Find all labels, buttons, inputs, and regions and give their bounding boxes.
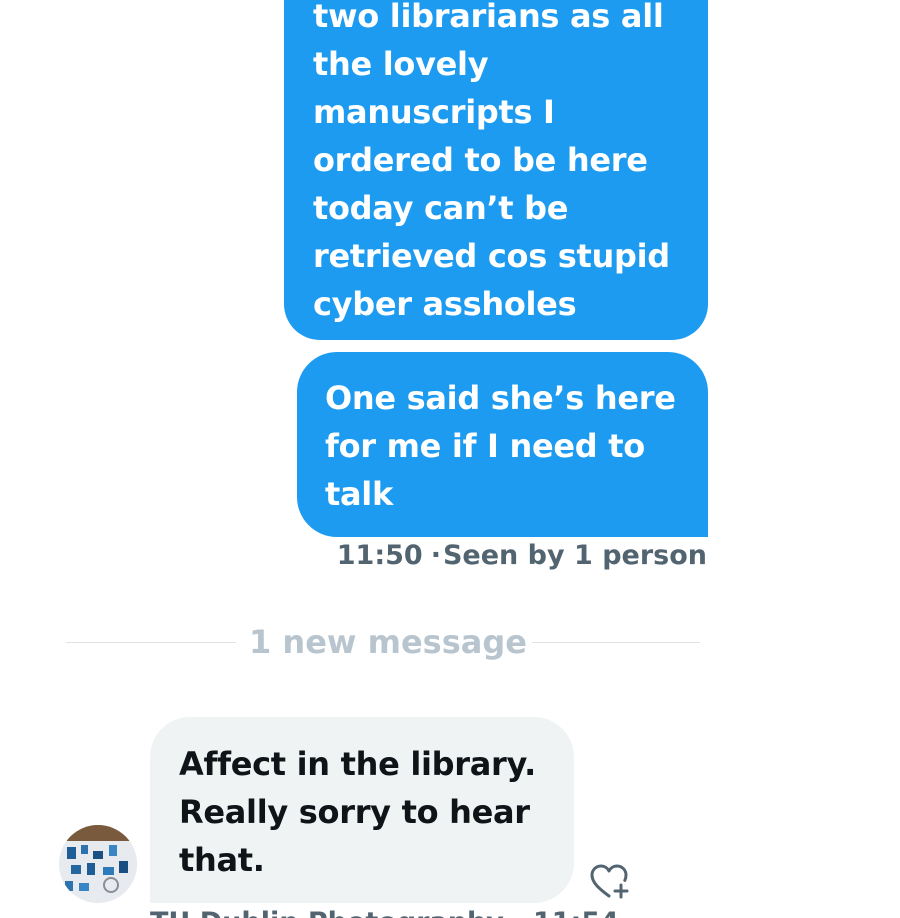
message-line: Affect in the library. (179, 745, 537, 783)
message-line: One said she’s here (325, 379, 676, 417)
message-line: the lovely (313, 45, 489, 83)
divider-rule (66, 642, 236, 643)
seen-status: Seen by 1 person (442, 540, 707, 571)
dm-conversation-screen: two librarians as all the lovely manuscr… (0, 0, 900, 918)
message-line: that. (179, 841, 265, 879)
sent-message-bubble[interactable]: One said she’s here for me if I need to … (297, 352, 708, 537)
message-line: for me if I need to (325, 427, 645, 465)
meta-separator: · (430, 540, 441, 571)
message-line: ordered to be here (313, 141, 648, 179)
sent-message-bubble[interactable]: two librarians as all the lovely manuscr… (284, 0, 708, 340)
message-line: two librarians as all (313, 0, 664, 35)
message-line: Really sorry to hear (179, 793, 530, 831)
heart-plus-icon (590, 864, 629, 899)
photo-wall-avatar-image (59, 825, 137, 903)
message-timestamp: 11:50 (336, 540, 423, 571)
add-reaction-button[interactable] (588, 860, 632, 904)
message-line: retrieved cos stupid (313, 237, 670, 275)
divider-rule (532, 642, 700, 643)
sender-avatar[interactable] (59, 825, 137, 903)
new-message-divider: 1 new message (66, 620, 700, 664)
sender-name: TU Dublin Photography (150, 907, 504, 918)
message-line: cyber assholes (313, 285, 577, 323)
received-timestamp: 11:54 (533, 907, 619, 918)
meta-separator: · (513, 907, 523, 918)
new-message-label: 1 new message (249, 623, 527, 661)
message-line: talk (325, 475, 393, 513)
message-line: today can’t be (313, 189, 569, 227)
received-message-meta: TU Dublin Photography · 11:54 (150, 906, 619, 918)
message-line: manuscripts I (313, 93, 555, 131)
received-message-bubble[interactable]: Affect in the library. Really sorry to h… (150, 717, 574, 903)
message-status: 11:50 ·Seen by 1 person (337, 540, 707, 571)
